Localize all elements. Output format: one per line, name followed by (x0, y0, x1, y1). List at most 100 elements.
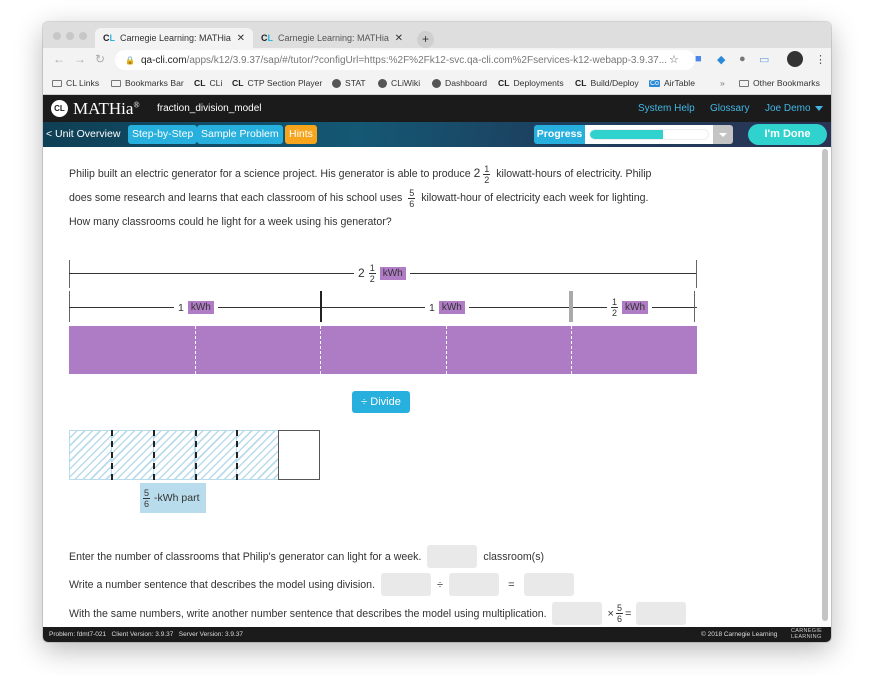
bookmark-item[interactable]: CL Deployments (498, 78, 564, 88)
glossary-link[interactable]: Glossary (710, 103, 749, 114)
browser-tab[interactable]: CL Carnegie Learning: MATHia - fr ✕ (253, 28, 411, 48)
client-version: Client Version: 3.9.37 (111, 631, 174, 638)
bar-divider (445, 326, 447, 374)
bookmark-star-icon[interactable]: ☆ (669, 53, 679, 66)
bar-divider (194, 326, 196, 374)
bookmark-label: CLiWiki (391, 78, 421, 88)
denominator: 2 (369, 273, 375, 284)
vertical-scrollbar[interactable] (822, 149, 828, 621)
menu-kebab-icon[interactable]: ⋮ (815, 53, 826, 66)
shaded-part (236, 430, 280, 480)
part-label: 56 -kWh part (140, 483, 206, 513)
problem-content: Philip built an electric generator for a… (43, 147, 821, 627)
globe-icon (432, 78, 441, 88)
bookmark-item[interactable]: CL CTP Section Player (232, 78, 322, 88)
globe-icon (332, 78, 341, 88)
times-sign: × (607, 607, 614, 620)
bookmark-item[interactable]: STAT (332, 78, 366, 88)
address-bar[interactable]: 🔒 qa-cli.com/apps/k12/3.9.37/sap/#/tutor… (115, 50, 695, 70)
browser-window: CL Carnegie Learning: MATHia - fr ✕ CL C… (43, 22, 831, 642)
browser-tab-active[interactable]: CL Carnegie Learning: MATHia - fr ✕ (95, 28, 253, 48)
part-divider (110, 430, 113, 480)
user-menu-caret-icon[interactable] (815, 106, 823, 111)
step-by-step-button[interactable]: Step-by-Step (128, 125, 198, 144)
question-text: Write a number sentence that describes t… (69, 578, 376, 591)
fraction: 12 (611, 297, 619, 318)
translate-extension-icon[interactable]: ■ (695, 53, 702, 65)
bar-divider (320, 326, 322, 374)
unshaded-part (278, 430, 320, 480)
numerator: 5 (143, 487, 151, 499)
bookmark-item[interactable]: CLiWiki (378, 78, 420, 88)
url-host: qa-cli.com (140, 54, 187, 66)
minimize-window-button[interactable] (66, 32, 74, 40)
hints-button[interactable]: Hints (285, 125, 317, 144)
reload-icon[interactable]: ↻ (95, 52, 105, 66)
profile-avatar[interactable] (787, 51, 803, 67)
bookmark-label: Build/Deploy (590, 78, 639, 88)
bookmark-item[interactable]: CL Links (52, 78, 99, 88)
user-menu[interactable]: Joe Demo (765, 103, 811, 114)
bookmarks-overflow-button[interactable]: » (720, 78, 725, 88)
bookmark-item[interactable]: Bookmarks Bar (111, 78, 184, 88)
tab-title: Carnegie Learning: MATHia - fr (278, 33, 390, 43)
progress-label: Progress (534, 125, 585, 144)
progress-track (589, 129, 709, 140)
close-tab-icon[interactable]: ✕ (395, 33, 403, 44)
extension-icon[interactable]: ◆ (717, 53, 725, 66)
total-left-tick (69, 260, 70, 288)
segment-label: 1 kWh (425, 298, 469, 317)
shaded-part (110, 430, 154, 480)
forward-icon[interactable]: → (74, 52, 86, 66)
bookmark-label: CL Links (66, 78, 100, 88)
question-text: With the same numbers, write another num… (69, 607, 547, 620)
extension-window-icon[interactable]: ▭ (759, 53, 769, 66)
browser-toolbar: ← → ↻ 🔒 qa-cli.com/apps/k12/3.9.37/sap/#… (43, 48, 831, 72)
segments-line (69, 307, 697, 308)
question-1: Enter the number of classrooms that Phil… (69, 545, 544, 568)
quotient-input[interactable] (523, 573, 574, 596)
close-tab-icon[interactable]: ✕ (237, 33, 245, 44)
other-bookmarks[interactable]: Other Bookmarks (739, 78, 820, 88)
classrooms-input[interactable] (427, 545, 478, 568)
globe-icon (378, 78, 387, 88)
segment-tick (569, 291, 573, 322)
folder-icon (52, 79, 62, 87)
bar-model: 212 kWh 1 kWh 1 kWh 12 kWh (69, 260, 699, 380)
part-label-text: -kWh part (154, 492, 200, 504)
progress-bar (585, 125, 713, 144)
im-done-button[interactable]: I'm Done (748, 124, 827, 145)
fraction: 56 (143, 487, 151, 509)
segment-label: 1 kWh (174, 298, 218, 317)
sample-problem-button[interactable]: Sample Problem (197, 125, 283, 144)
problem-question: How many classrooms could he light for a… (69, 216, 392, 228)
progress-dropdown-button[interactable] (713, 125, 733, 144)
part-divider (236, 430, 239, 480)
app-logo-text: MATHia (73, 99, 134, 118)
product-input[interactable] (636, 602, 687, 625)
extension-circle-icon[interactable]: ● (739, 53, 746, 65)
numerator: 5 (615, 603, 623, 614)
question-3: With the same numbers, write another num… (69, 602, 687, 625)
bookmark-item[interactable]: CL CLi (194, 78, 222, 88)
unit-overview-link[interactable]: < Unit Overview (46, 128, 120, 140)
unit-label: kWh (379, 266, 406, 280)
back-icon[interactable]: ← (53, 52, 65, 66)
bookmark-item[interactable]: Co AirTable (649, 78, 695, 88)
problem-id: Problem: fdmt7-021 (49, 631, 107, 638)
denominator: 6 (409, 198, 415, 209)
close-window-button[interactable] (53, 32, 61, 40)
new-tab-button[interactable]: + (417, 31, 434, 48)
bookmark-item[interactable]: CL Build/Deploy (575, 78, 639, 88)
numerator: 5 (408, 187, 416, 199)
factor-input[interactable] (551, 602, 602, 625)
dividend-input[interactable] (381, 573, 432, 596)
problem-text: Philip built an electric generator for a… (69, 168, 471, 180)
cl-favicon-icon: CL (103, 33, 115, 43)
divide-button[interactable]: ÷ Divide (352, 391, 410, 413)
divisor-input[interactable] (449, 573, 500, 596)
bookmark-label: CTP Section Player (247, 78, 323, 88)
bookmark-item[interactable]: Dashboard (432, 78, 487, 88)
system-help-link[interactable]: System Help (638, 103, 695, 114)
maximize-window-button[interactable] (79, 32, 87, 40)
